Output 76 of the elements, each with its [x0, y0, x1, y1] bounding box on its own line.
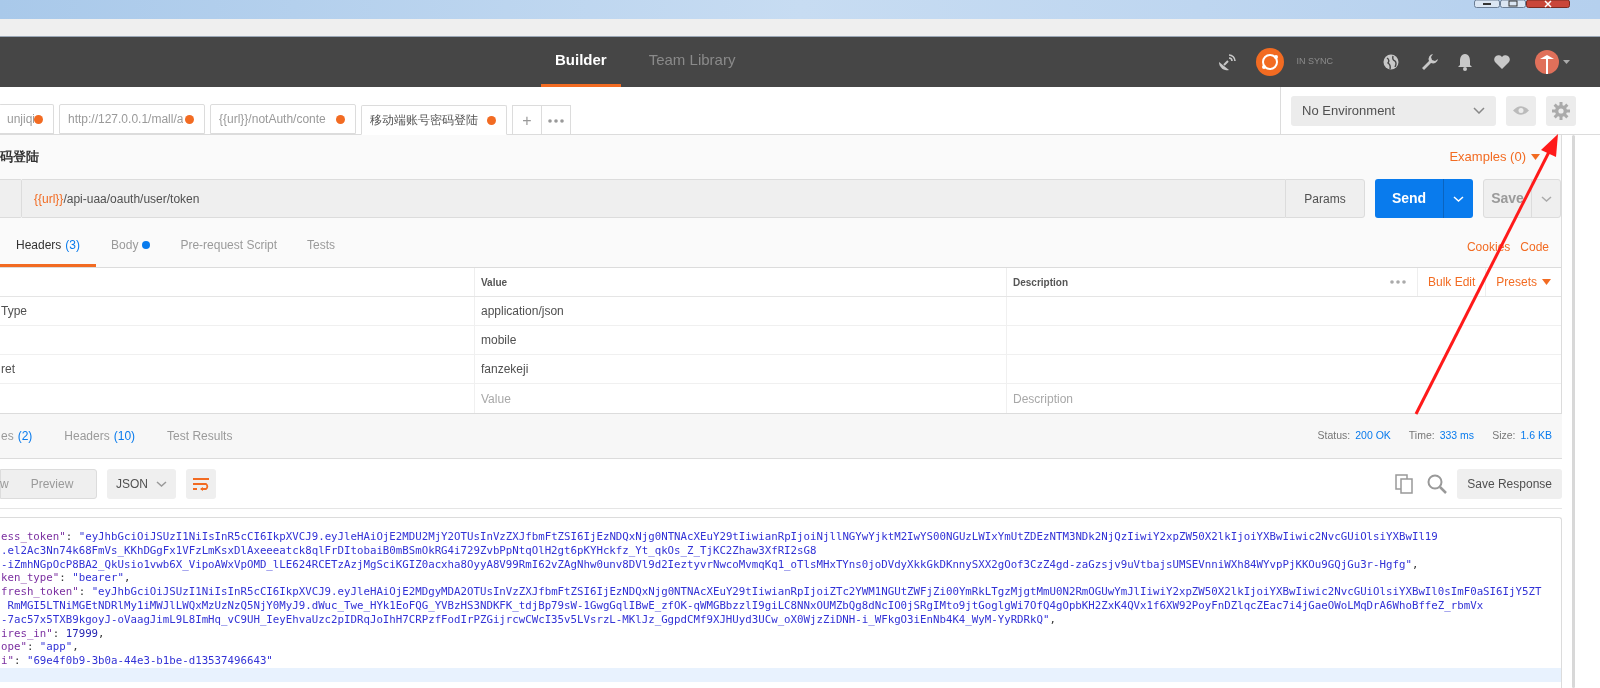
code-line: -7ac57x5TXB9kgoyJ-oVaagJimL9L8ImHq_vC9UH_IeyEhvaUzc2pIDRqJoIhH7CRPzfFodIrPZGijrcwCWcI35v5LVsrzL-MKlJz_GgpdCMf9XJHUyd3UCw_oX0WjzZiDNH-i_WFkgO3iEnNb4K4_WyM-YyRDRkQ",: [0, 612, 1057, 627]
table-cell-text: fanzekeji: [481, 361, 529, 378]
sync-status: IN SYNC: [1296, 55, 1333, 69]
wrench-icon[interactable]: [1421, 53, 1439, 71]
table-cell-text: application/json: [481, 303, 564, 320]
satellite-icon[interactable]: [1216, 52, 1239, 72]
caret-icon: [1473, 107, 1485, 114]
column-header: Value: [475, 268, 1007, 296]
wrap-button[interactable]: [186, 468, 216, 499]
code-line: ess_token": "eyJhbGciOiJSUzI1NiIsInR5cCI6IkpXVCJ9.eyJleHAiOjE2MDU2MjY2OTUsInVzZXJfbmFtZSI6IjEzNDQxNjg0NTNAcXEuY29tIiwianRpIjoiNjllNGYwYjktM2IwYS00NGUzLWIxYmUtZDEzNTM3NDk2NjQzIiwiY2xpZW50X2lkIjoiYXBwIiwic2NvcGUiOlsiYXBwIl19: [0, 530, 1439, 544]
bell-icon[interactable]: [1457, 53, 1473, 71]
avatar-icon[interactable]: [1535, 50, 1559, 74]
caret-icon: [1453, 195, 1464, 202]
eye-icon: [1512, 105, 1530, 116]
copy-icon[interactable]: [1395, 473, 1414, 494]
view-mode-tab[interactable]: Preview: [30, 474, 74, 493]
maximize-icon[interactable]: [1500, 0, 1526, 8]
code-line: ken_type": "bearer",: [0, 571, 132, 586]
code-line: .el2Ac3Nn74k68FmVs_KKhDGgFx1VFzLmKsxDlAxeeeatck8qlFrDItobaiB0mBSmOkRG4i729ZvbPpNtqOlH2gt6pKYHckfz_Yt_qkOs_Z_TjKC2Zhaw3XfRI2sG8: [0, 543, 818, 558]
sync-icon[interactable]: [1256, 48, 1285, 76]
caret-icon: [156, 480, 167, 487]
view-mode-tab[interactable]: w: [0, 474, 31, 493]
search-icon[interactable]: [1427, 473, 1448, 494]
eye-button[interactable]: [1506, 95, 1536, 126]
caret-icon: [1531, 154, 1540, 160]
stat-value: 333 ms: [1439, 428, 1475, 444]
wrap-icon: [192, 476, 210, 491]
nav-tab[interactable]: Team Library: [634, 37, 750, 87]
examples-link[interactable]: Examples (0): [1449, 147, 1540, 167]
settings-icon: [1552, 101, 1570, 120]
format-dropdown[interactable]: JSON: [107, 468, 176, 499]
more-icon: [548, 118, 564, 123]
save-response-button[interactable]: Save Response: [1457, 468, 1562, 499]
close-icon[interactable]: [1526, 0, 1570, 8]
table-cell-text: mobile: [481, 332, 517, 349]
request-tab[interactable]: {{url}}/notAuth/conte: [210, 104, 356, 134]
request-tab[interactable]: 移动端账号密码登陆: [361, 105, 507, 135]
environment-dropdown[interactable]: No Environment: [1291, 95, 1496, 126]
editor-tab[interactable]: Tests: [292, 226, 351, 267]
column-header: Description: [1012, 275, 1069, 290]
url-field[interactable]: {{url}}/api-uaa/oauth/user/token: [22, 179, 1285, 218]
heart-icon[interactable]: [1493, 54, 1511, 70]
response-tab[interactable]: Headers (10): [64, 427, 136, 445]
stat-value: 1.6 KB: [1520, 428, 1552, 444]
caret-icon: [1542, 279, 1551, 285]
stat-label: Status:: [1317, 428, 1351, 444]
code-line: RmMGI5LTNiMGEtNDRlMy1iMWJlLWQxMzUzNzQ5NjY0MyJ9.dWuc_Twe_HYk1EoFQG_YVBzHS3NDKFK_tdjBp79sW-1GwgGqlIBwE_zfOK-qWMGBbzzlI9giLC8NNxOUMZbQg8dNcIO0jSRgIMto9jtGoglgWi7OfQ4gOpbKH2ZxK4QVx1f6XW92PoyFnDZlqcZEac7i4jGaeOWoLMqDrA6WhoBffeZ_rbmVx: [6, 599, 1485, 613]
request-tab[interactable]: unjiqi: [0, 104, 54, 134]
request-title: 码登陆: [0, 148, 39, 167]
input-field[interactable]: Description: [1007, 384, 1561, 413]
table-cell-text: ret: [1, 361, 15, 378]
globe-icon[interactable]: [1383, 54, 1399, 70]
request-tab[interactable]: http://127.0.0.1/mall/a: [59, 104, 205, 134]
response-tab[interactable]: Test Results: [167, 427, 233, 445]
caret-icon[interactable]: [1563, 60, 1570, 64]
scrollbar[interactable]: [1572, 135, 1575, 688]
code-line: ires_in": 17999,: [0, 626, 106, 641]
code-line: i": "69e4f0b9-3b0a-44e3-b1be-d13537496643": [0, 654, 274, 668]
presets-dropdown[interactable]: Presets: [1486, 268, 1561, 296]
stat-label: Time:: [1408, 428, 1435, 444]
stat-value: 200 OK: [1355, 428, 1391, 444]
code-line: ope": "app",: [0, 640, 80, 655]
minimize-icon[interactable]: [1474, 0, 1500, 8]
link[interactable]: Code: [1520, 237, 1549, 256]
caret-icon: [1540, 195, 1552, 202]
settings-button[interactable]: [1546, 95, 1576, 126]
editor-tab[interactable]: Pre-request Script: [165, 226, 293, 267]
response-tab[interactable]: es (2): [1, 427, 33, 445]
stat-label: Size:: [1492, 428, 1516, 444]
more-icon: [1390, 280, 1407, 284]
bulk-edit-link[interactable]: Bulk Edit: [1417, 268, 1487, 296]
editor-tab[interactable]: Body: [96, 226, 166, 267]
code-line: fresh_token": "eyJhbGciOiJSUzI1NiIsInR5cCI6IkpXVCJ9.eyJleHAiOjE2MDgyMDA2OTUsInVzZXJfbmFtZSI6IjEzNDQxNjg0NTNAcXEuY29tIiwianRpIjoiZTc2YWM1NGUtZWFjZi00YmRkLTgzMjgtMmU0N2RmOGUwYmJlIiwiY2xpZW50X2lkIjoiYXBwIiwic2NvcGUiOlsiYXBwIl0sImF0aSI6IjY5ZT: [0, 585, 1543, 599]
table-cell-text: Type: [1, 303, 27, 320]
code-line: -iZmhNGpOcP8BA2_QkUsio1vwb6X_VipoAWxVpOMD_lLE624RCETzAzjMgSciKGIZ0acxha8OyyA8V99RmI62vZAgNhw0unv8DVl9d2IeztyvrNwcoMvmqKq1_oTlsMHxTYns0joDVdyXkkGkDKnnySXX2gOof3CzZ4gd-zaGzsjv9uVtbajsUMSEVnniWXh84WYvpPjKKOu9GQjGu3r-Hgfg",: [0, 557, 1420, 572]
params-button[interactable]: Params: [1285, 179, 1365, 218]
